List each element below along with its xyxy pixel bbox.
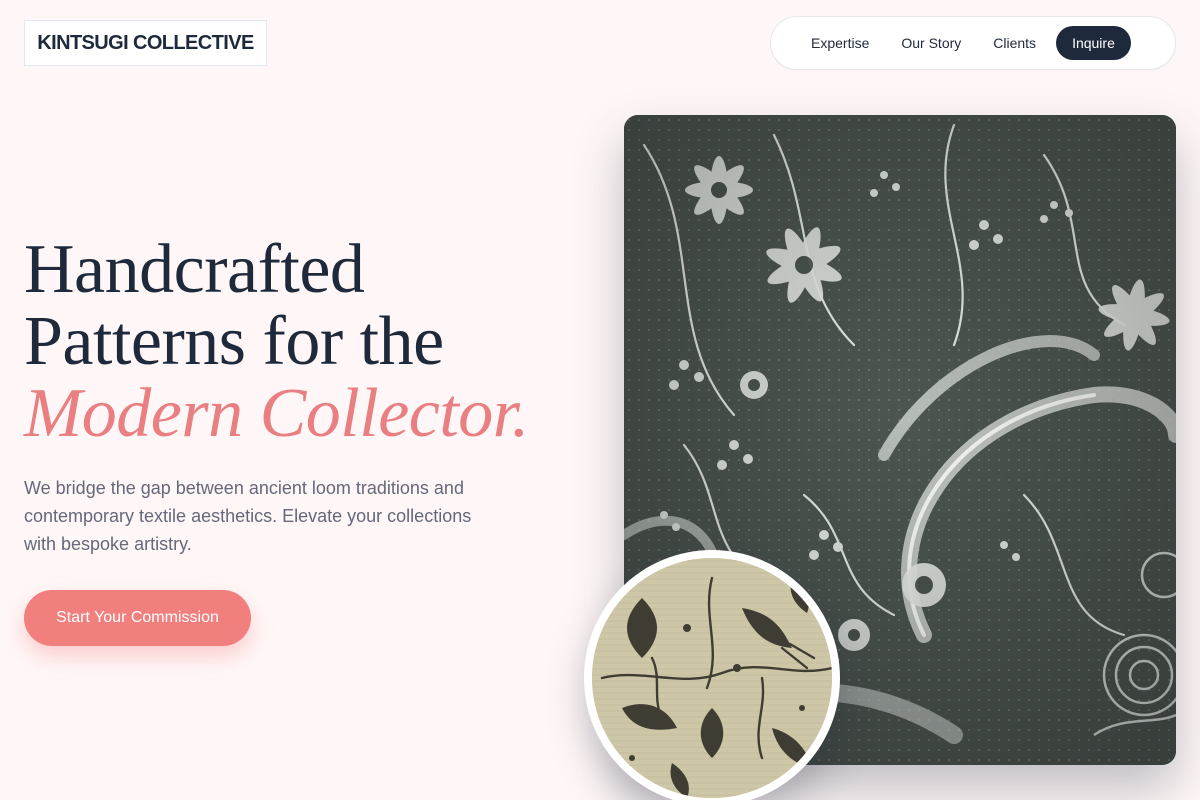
nav-link-clients[interactable]: Clients bbox=[977, 26, 1052, 60]
brand-logo[interactable]: KINTSUGI COLLECTIVE bbox=[24, 20, 267, 66]
headline-line-1: Handcrafted bbox=[24, 231, 365, 308]
landing-page: KINTSUGI COLLECTIVE Expertise Our Story … bbox=[0, 0, 1200, 800]
nav-inquire-button[interactable]: Inquire bbox=[1056, 26, 1131, 60]
headline-accent: Modern Collector. bbox=[24, 375, 529, 452]
top-nav: Expertise Our Story Clients Inquire bbox=[770, 16, 1176, 70]
hero-headline: Handcrafted Patterns for the Modern Coll… bbox=[24, 234, 529, 450]
start-commission-button[interactable]: Start Your Commission bbox=[24, 590, 251, 646]
ikat-swatch-photo bbox=[592, 558, 832, 798]
nav-link-our-story[interactable]: Our Story bbox=[885, 26, 977, 60]
hero-lead-text: We bridge the gap between ancient loom t… bbox=[24, 478, 472, 554]
headline-line-2: Patterns for the bbox=[24, 303, 444, 380]
ikat-swatch-image bbox=[584, 550, 840, 800]
nav-link-expertise[interactable]: Expertise bbox=[795, 26, 885, 60]
